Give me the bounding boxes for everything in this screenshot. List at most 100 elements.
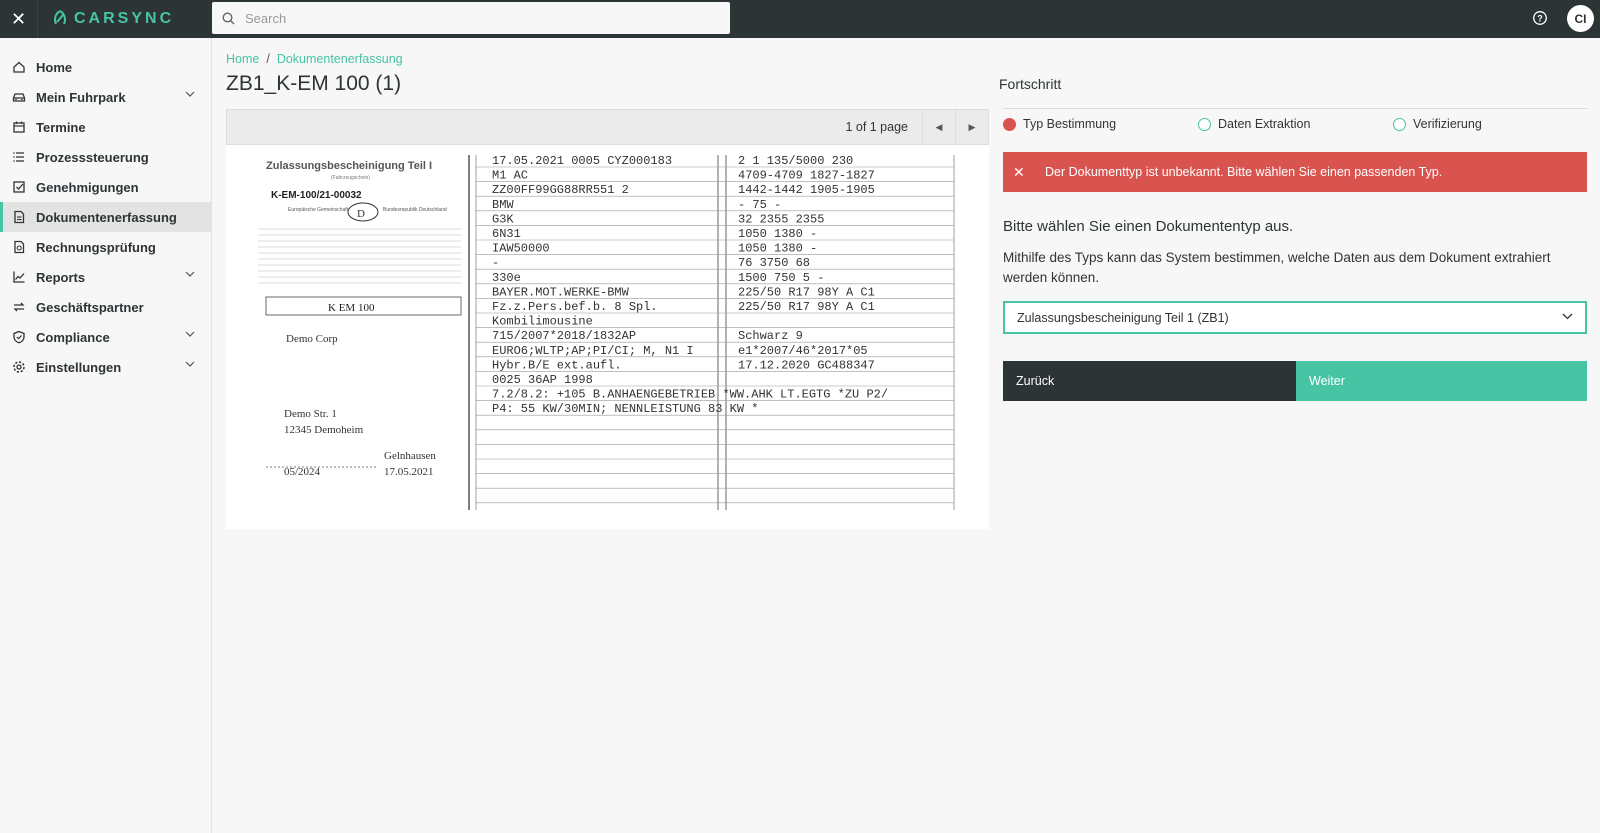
doc-number: K-EM-100/21-00032 <box>271 190 362 201</box>
step-status-icon <box>1198 117 1211 131</box>
step-type-determination: Typ Bestimmung <box>1003 117 1116 131</box>
doc-field-left: 715/2007*2018/1832AP <box>492 329 636 343</box>
sidebar-item-mein-fuhrpark[interactable]: Mein Fuhrpark <box>0 82 211 112</box>
doc-field-right: 225/50 R17 98Y A C1 <box>738 300 875 314</box>
page-info: 1 of 1 page <box>845 120 908 134</box>
doc-country-left: Europäische Gemeinschaft <box>288 207 349 213</box>
doc-place: Gelnhausen <box>384 450 436 462</box>
svg-text:?: ? <box>1537 14 1543 24</box>
step-label: Typ Bestimmung <box>1023 117 1117 131</box>
checkbox-icon <box>12 180 26 194</box>
doc-field-left: P4: 55 KW/30MIN; NENNLEISTUNG 83 KW * <box>492 402 758 416</box>
doc-date-right: 17.05.2021 <box>384 466 434 478</box>
document-type-select[interactable]: Zulassungsbescheinigung Teil 1 (ZB1) <box>1003 301 1587 334</box>
doc-owner: Demo Corp <box>286 333 338 345</box>
doc-field-left: - <box>492 256 499 270</box>
sidebar-item-label: Prozesssteuerung <box>36 149 149 165</box>
breadcrumb-current[interactable]: Dokumentenerfassung <box>277 52 403 66</box>
doc-field-right: 4709-4709 1827-1827 <box>738 169 875 183</box>
close-icon[interactable]: ✕ <box>0 0 38 38</box>
chevron-down-icon[interactable] <box>185 331 195 337</box>
next-page-button[interactable]: ▶ <box>955 109 988 145</box>
sidebar-item-label: Reports <box>36 269 86 285</box>
chevron-down-icon[interactable] <box>185 271 195 277</box>
sidebar-item-label: Mein Fuhrpark <box>36 89 126 105</box>
sidebar-item-label: Geschäftspartner <box>36 299 144 315</box>
prev-page-button[interactable]: ◀ <box>922 109 955 145</box>
form-description: Mithilfe des Typs kann das System bestim… <box>1003 250 1551 285</box>
sidebar-item-label: Genehmigungen <box>36 179 139 195</box>
invoice-icon <box>12 240 26 254</box>
sidebar-item-reports[interactable]: Reports <box>0 262 211 292</box>
logo-text: CARSYNC <box>74 10 175 27</box>
doc-field-left: ZZ00FF99GG88RR551 2 <box>492 183 629 197</box>
breadcrumb-separator: / <box>266 52 270 66</box>
doc-field-left: Kombilimousine <box>492 315 593 329</box>
doc-field-left: Fz.z.Pers.bef.b. 8 Spl. <box>492 300 658 314</box>
doc-field-right: Schwarz 9 <box>738 329 803 343</box>
step-label: Verifizierung <box>1413 117 1482 131</box>
doc-field-right: 1500 750 5 - <box>738 271 824 285</box>
progress-title: Fortschritt <box>999 76 1062 92</box>
sidebar-item-genehmigungen[interactable]: Genehmigungen <box>0 172 211 202</box>
progress-divider <box>1003 108 1587 109</box>
doc-street: Demo Str. 1 <box>284 408 337 420</box>
doc-field-right: 17.12.2020 GC488347 <box>738 358 875 372</box>
chart-icon <box>12 270 26 284</box>
doc-field-right: 76 3750 68 <box>738 256 810 270</box>
sidebar-item-geschäftspartner[interactable]: Geschäftspartner <box>0 292 211 322</box>
doc-field-right: 2 1 135/5000 230 <box>738 154 853 168</box>
sidebar-item-label: Einstellungen <box>36 359 122 375</box>
help-icon[interactable]: ? <box>1532 10 1548 26</box>
chevron-down-icon[interactable] <box>185 91 195 97</box>
doc-field-left: Hybr.B/E ext.aufl. <box>492 358 622 372</box>
doc-field-right: 225/50 R17 98Y A C1 <box>738 285 875 299</box>
sidebar-item-prozesssteuerung[interactable]: Prozesssteuerung <box>0 142 211 172</box>
sidebar-item-dokumentenerfassung[interactable]: Dokumentenerfassung <box>0 202 211 232</box>
sidebar-item-rechnungsprüfung[interactable]: Rechnungsprüfung <box>0 232 211 262</box>
chevron-down-icon[interactable] <box>185 361 195 367</box>
sidebar-item-label: Dokumentenerfassung <box>36 209 177 225</box>
gear-icon <box>12 360 26 374</box>
sidebar-item-termine[interactable]: Termine <box>0 112 211 142</box>
search-icon <box>222 11 235 24</box>
sidebar: Home Mein Fuhrpark Termine Prozesssteuerung… <box>0 38 212 833</box>
next-button[interactable]: Weiter <box>1296 361 1587 401</box>
sidebar-item-home[interactable]: Home <box>0 52 211 82</box>
sidebar-item-einstellungen[interactable]: Einstellungen <box>0 352 211 382</box>
home-icon <box>12 60 26 74</box>
doc-field-left: BAYER.MOT.WERKE-BMW <box>492 285 630 299</box>
doc-field-right: 1050 1380 - <box>738 227 817 241</box>
doc-plate: K EM 100 <box>328 302 375 314</box>
sidebar-item-label: Rechnungsprüfung <box>36 239 156 255</box>
car-icon <box>12 90 26 104</box>
doc-field-left: 6N31 <box>492 227 521 241</box>
doc-country-right: Bundesrepublik Deutschland <box>383 207 447 213</box>
chevron-down-icon <box>1562 313 1573 320</box>
document-scan: Zulassungsbescheinigung Teil I (Fahrzeug… <box>226 145 989 529</box>
step-status-icon <box>1003 117 1016 131</box>
step-status-icon <box>1393 117 1406 131</box>
carsync-logo-icon <box>54 10 66 25</box>
viewer-toolbar: 1 of 1 page ◀ ▶ <box>226 109 989 145</box>
close-icon[interactable]: ✕ <box>1013 164 1025 181</box>
document-icon <box>12 210 26 224</box>
breadcrumb-home[interactable]: Home <box>226 52 259 66</box>
doc-field-right: e1*2007/46*2017*05 <box>738 344 868 358</box>
error-alert: ✕ Der Dokumenttyp ist unbekannt. Bitte w… <box>1003 152 1587 192</box>
doc-field-left: 17.05.2021 0005 CYZ000183 <box>492 154 672 168</box>
doc-city: 12345 Demoheim <box>284 424 364 436</box>
doc-field-left: EURO6;WLTP;AP;PI/CI; M, N1 I <box>492 344 694 358</box>
search-box[interactable] <box>212 2 730 34</box>
doc-title: Zulassungsbescheinigung Teil I <box>266 160 432 172</box>
page-title: ZB1_K-EM 100 (1) <box>226 72 402 95</box>
sidebar-item-compliance[interactable]: Compliance <box>0 322 211 352</box>
logo[interactable]: CARSYNC <box>38 0 212 38</box>
search-input[interactable] <box>245 10 705 26</box>
doc-field-left: 7.2/8.2: +105 B.ANHAENGEBETRIEB *WW.AHK … <box>492 388 888 402</box>
form-heading: Bitte wählen Sie einen Dokumententyp aus… <box>1003 218 1294 235</box>
avatar[interactable]: CI <box>1567 5 1594 32</box>
back-button[interactable]: Zurück <box>1003 361 1296 401</box>
document-viewer: 1 of 1 page ◀ ▶ Zulassungsbescheinigung … <box>226 109 989 529</box>
doc-field-right: 1442-1442 1905-1905 <box>738 183 875 197</box>
